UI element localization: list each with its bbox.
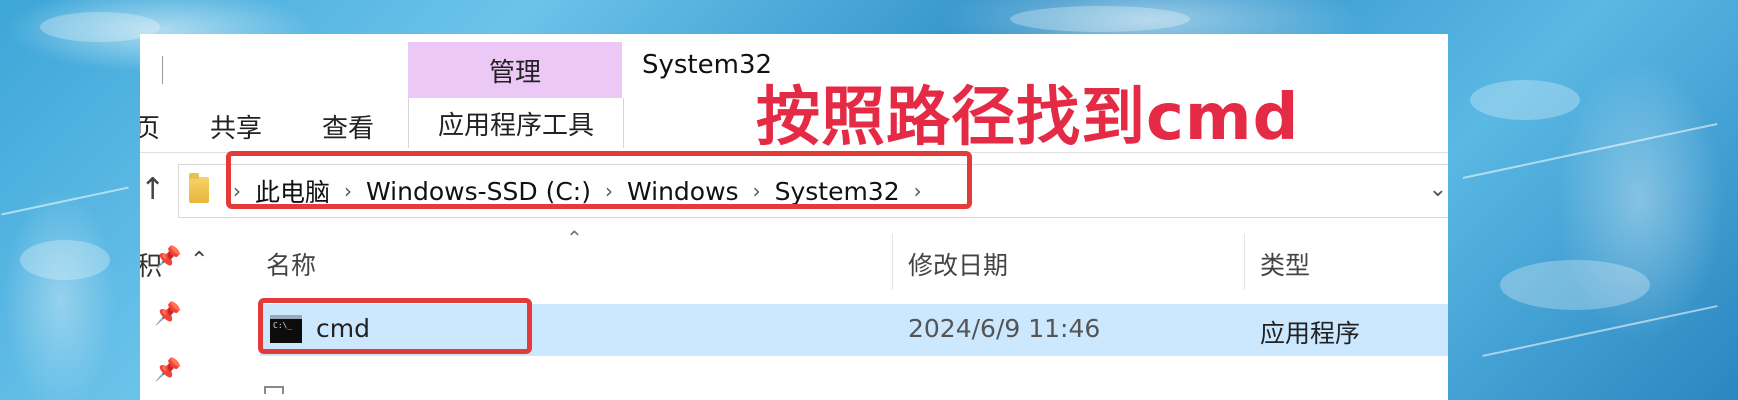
tab-partial[interactable]: 页 — [140, 108, 160, 145]
window-title: System32 — [642, 50, 773, 80]
tab-share[interactable]: 共享 — [210, 108, 262, 145]
column-divider[interactable] — [892, 234, 893, 290]
tab-manage[interactable]: 管理 — [408, 42, 622, 98]
column-header-date[interactable]: 修改日期 — [908, 246, 1008, 282]
tab-view[interactable]: 查看 — [322, 108, 374, 145]
file-type: 应用程序 — [1260, 319, 1361, 348]
column-header-type[interactable]: 类型 — [1260, 246, 1310, 282]
tab-app-tools[interactable]: 应用程序工具 — [408, 98, 624, 148]
ribbon-separator — [162, 56, 163, 84]
background-streak — [1462, 122, 1718, 180]
column-header-name[interactable]: 名称 — [266, 246, 316, 282]
background-cloud — [1010, 6, 1190, 32]
file-date: 2024/6/9 11:46 — [908, 314, 1101, 343]
chevron-up-icon[interactable]: ⌃ — [190, 248, 208, 273]
pin-icon[interactable]: 📌 — [154, 358, 181, 383]
highlight-box-cmd — [258, 298, 532, 354]
background-cloud — [1500, 260, 1650, 310]
background-streak — [1, 186, 129, 216]
background-cloud — [20, 240, 110, 280]
folder-icon — [189, 173, 209, 203]
up-arrow-icon[interactable]: ↑ — [140, 172, 165, 207]
chevron-down-icon[interactable]: ⌄ — [1429, 177, 1447, 202]
background-streak — [1482, 305, 1718, 357]
navigation-pane: 积 ⌃ 📌 📌 📌 — [140, 240, 224, 400]
column-divider[interactable] — [1244, 234, 1245, 290]
background-cloud — [1470, 80, 1580, 120]
file-icon — [264, 386, 284, 394]
pin-icon[interactable]: 📌 — [154, 302, 181, 327]
highlight-box-path — [226, 151, 972, 209]
sort-up-icon: ⌃ — [566, 226, 583, 250]
pin-icon[interactable]: 📌 — [154, 246, 181, 271]
annotation-text: 按照路径找到cmd — [756, 81, 1300, 155]
